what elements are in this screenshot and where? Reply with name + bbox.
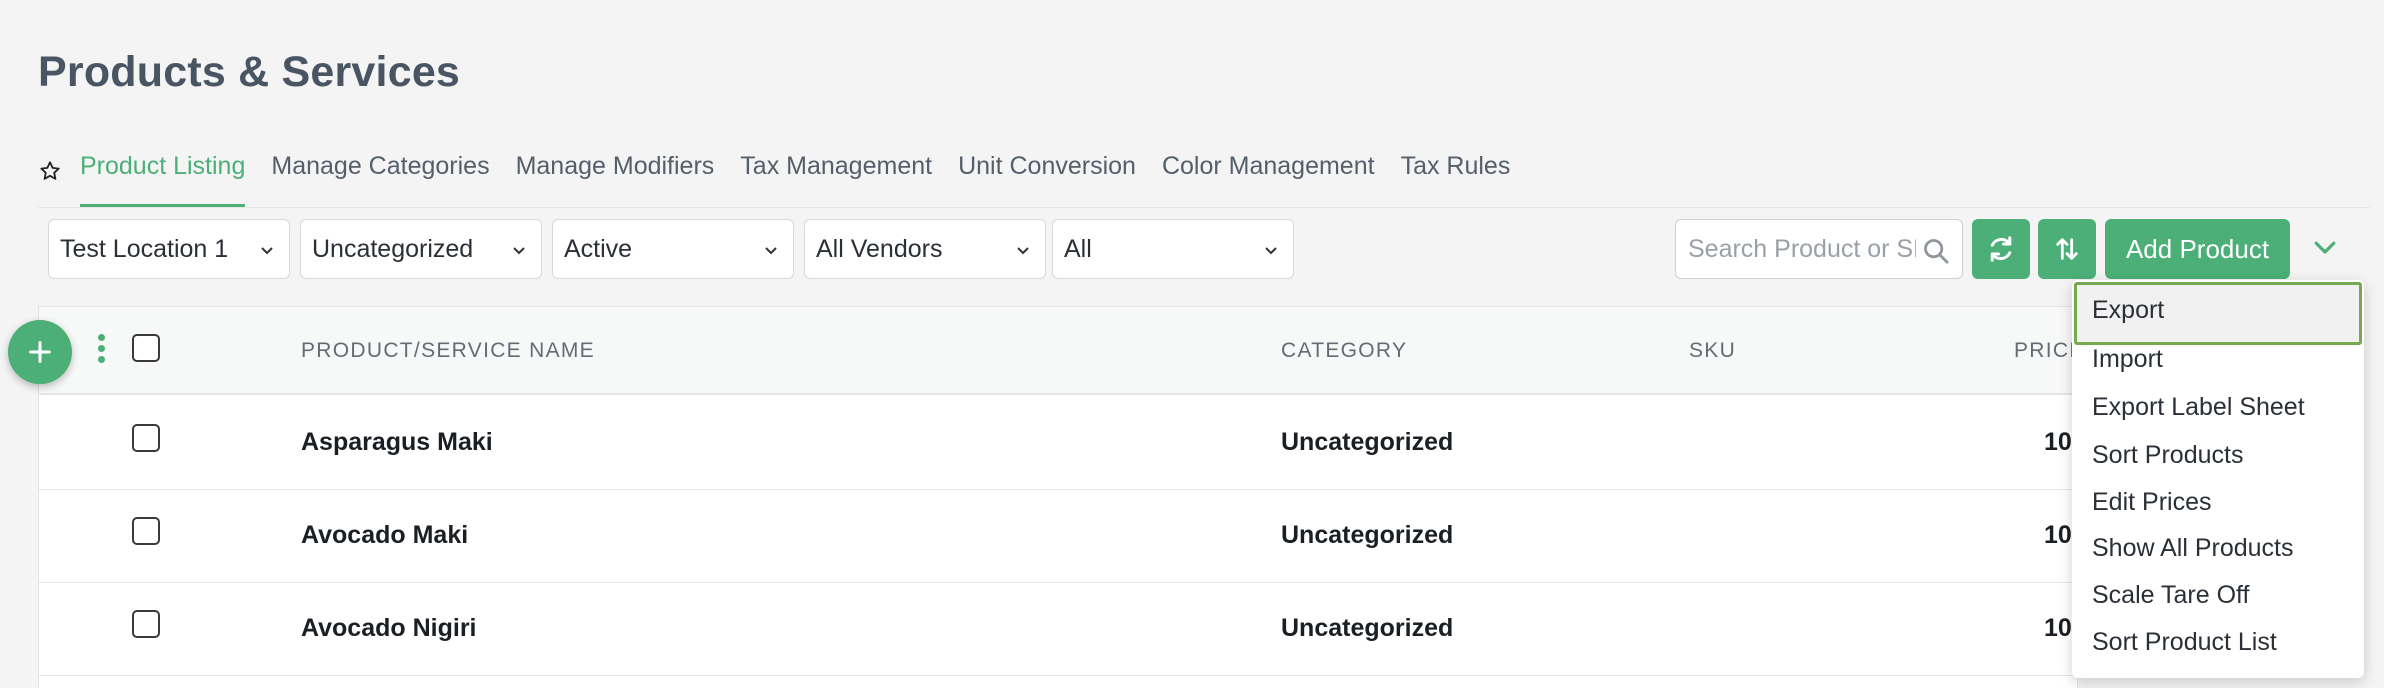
product-category: Uncategorized xyxy=(1281,614,1454,642)
products-table: PRODUCT/SERVICE NAME CATEGORY SKU PRICE … xyxy=(38,306,2083,688)
tab-color-management[interactable]: Color Management xyxy=(1162,136,1375,207)
menu-item-export[interactable]: Export xyxy=(2092,296,2164,325)
tab-tax-management[interactable]: Tax Management xyxy=(740,136,932,207)
sort-button[interactable] xyxy=(2038,219,2096,279)
product-category: Uncategorized xyxy=(1281,521,1454,549)
type-select[interactable]: All xyxy=(1052,219,1294,279)
type-select-value: All xyxy=(1064,234,1092,263)
category-select[interactable]: Uncategorized xyxy=(300,219,542,279)
location-select[interactable]: Test Location 1 xyxy=(48,219,290,279)
select-all-checkbox[interactable] xyxy=(132,334,160,362)
product-price: 10 xyxy=(2044,428,2072,456)
row-checkbox[interactable] xyxy=(132,424,160,452)
sort-icon xyxy=(2056,238,2078,260)
chevron-down-icon xyxy=(261,247,273,255)
tab-unit-conversion[interactable]: Unit Conversion xyxy=(958,136,1136,207)
product-price: 10 xyxy=(2044,614,2072,642)
row-checkbox[interactable] xyxy=(132,610,160,638)
tab-product-listing[interactable]: Product Listing xyxy=(80,136,246,207)
search-input[interactable] xyxy=(1688,234,1916,264)
menu-item-edit-prices[interactable]: Edit Prices xyxy=(2092,488,2211,517)
menu-item-sort-products[interactable]: Sort Products xyxy=(2092,441,2243,470)
tab-tax-rules[interactable]: Tax Rules xyxy=(1401,136,1511,207)
star-icon[interactable] xyxy=(38,151,62,191)
refresh-button[interactable] xyxy=(1972,219,2030,279)
product-category: Uncategorized xyxy=(1281,428,1454,456)
table-row[interactable]: Avocado Maki Uncategorized 10 xyxy=(39,490,2077,583)
location-select-value: Test Location 1 xyxy=(60,234,229,263)
product-price: 10 xyxy=(2044,521,2072,549)
vendor-select-value: All Vendors xyxy=(816,234,943,263)
menu-item-import[interactable]: Import xyxy=(2092,345,2163,374)
menu-item-show-all-products[interactable]: Show All Products xyxy=(2092,534,2294,563)
page-title: Products & Services xyxy=(38,48,461,96)
menu-item-export-label-sheet[interactable]: Export Label Sheet xyxy=(2092,393,2305,422)
menu-item-scale-tare-off[interactable]: Scale Tare Off xyxy=(2092,581,2250,610)
status-select[interactable]: Active xyxy=(552,219,794,279)
search-box xyxy=(1675,219,1963,279)
plus-icon xyxy=(29,341,51,363)
tab-bar: Product Listing Manage Categories Manage… xyxy=(38,136,2370,208)
table-row[interactable]: Avocado Nigiri Uncategorized 10 xyxy=(39,583,2077,676)
chevron-down-icon[interactable] xyxy=(2310,232,2340,262)
product-name[interactable]: Asparagus Maki xyxy=(301,428,493,457)
refresh-icon xyxy=(1990,236,2012,262)
chevron-down-icon xyxy=(765,247,777,255)
kebab-icon[interactable] xyxy=(96,334,106,366)
chevron-down-icon xyxy=(1017,247,1029,255)
menu-item-sort-product-list[interactable]: Sort Product List xyxy=(2092,628,2277,657)
table-row[interactable]: Asparagus Maki Uncategorized 10 xyxy=(39,397,2077,490)
category-select-value: Uncategorized xyxy=(312,234,474,263)
chevron-down-icon xyxy=(1265,247,1277,255)
header-name[interactable]: PRODUCT/SERVICE NAME xyxy=(301,339,595,363)
actions-dropdown: Export Import Export Label Sheet Sort Pr… xyxy=(2072,280,2364,678)
product-name[interactable]: Avocado Nigiri xyxy=(301,614,477,643)
header-sku[interactable]: SKU xyxy=(1689,339,1736,363)
product-name[interactable]: Avocado Maki xyxy=(301,521,468,550)
table-header: PRODUCT/SERVICE NAME CATEGORY SKU PRICE xyxy=(39,307,2083,395)
tab-manage-categories[interactable]: Manage Categories xyxy=(271,136,489,207)
quick-add-button[interactable] xyxy=(8,320,72,384)
status-select-value: Active xyxy=(564,234,633,263)
add-product-button[interactable]: Add Product xyxy=(2105,219,2290,279)
row-checkbox[interactable] xyxy=(132,517,160,545)
tab-manage-modifiers[interactable]: Manage Modifiers xyxy=(516,136,715,207)
chevron-down-icon xyxy=(513,247,525,255)
vendor-select[interactable]: All Vendors xyxy=(804,219,1046,279)
header-category[interactable]: CATEGORY xyxy=(1281,339,1407,363)
search-icon[interactable] xyxy=(1922,237,1950,265)
